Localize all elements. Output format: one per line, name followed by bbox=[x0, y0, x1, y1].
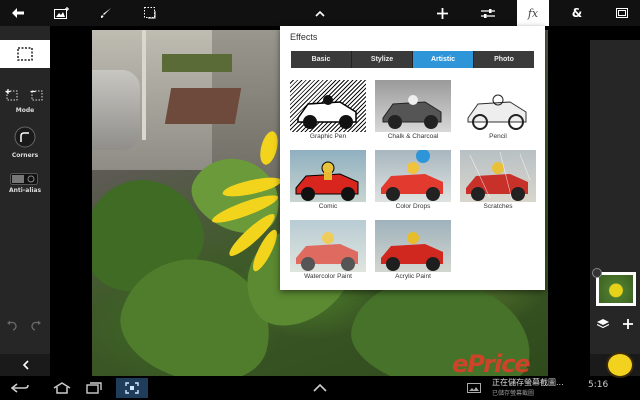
tab-stylize[interactable]: Stylize bbox=[352, 51, 413, 68]
add-layer-icon[interactable] bbox=[615, 312, 640, 336]
effect-pencil[interactable]: Pencil bbox=[460, 80, 536, 140]
tab-basic[interactable]: Basic bbox=[291, 51, 352, 68]
notification-image-icon[interactable] bbox=[458, 378, 490, 398]
right-layers-panel bbox=[590, 40, 640, 376]
fullscreen-icon[interactable] bbox=[606, 0, 638, 26]
clock-time: 5:16 bbox=[588, 380, 609, 390]
crop-icon[interactable] bbox=[135, 0, 167, 26]
undo-icon[interactable] bbox=[6, 316, 18, 335]
effect-thumbnail bbox=[290, 80, 366, 132]
notification-subtitle: 已儲存螢幕截圖 bbox=[492, 390, 535, 397]
effect-label: Graphic Pen bbox=[309, 133, 347, 140]
redo-icon[interactable] bbox=[30, 316, 42, 335]
effect-scratches[interactable]: Scratches bbox=[460, 150, 536, 210]
effect-thumbnail bbox=[290, 220, 366, 272]
effect-label: Color Drops bbox=[395, 203, 431, 210]
effects-title: Effects bbox=[290, 32, 318, 42]
background-railing bbox=[142, 30, 146, 140]
effect-label: Chalk & Charcoal bbox=[387, 133, 439, 140]
top-toolbar: fx & bbox=[0, 0, 640, 26]
effect-color-drops[interactable]: Color Drops bbox=[375, 150, 451, 210]
rect-select-icon[interactable] bbox=[0, 40, 50, 68]
sliders-icon[interactable] bbox=[472, 0, 504, 26]
notification-title: 正在儲存螢幕截圖... bbox=[492, 378, 564, 387]
chevron-up-icon[interactable] bbox=[304, 0, 336, 26]
mode-label: Mode bbox=[15, 107, 35, 114]
effect-label: Pencil bbox=[489, 133, 507, 140]
layer-remove-icon[interactable] bbox=[592, 268, 602, 278]
ampersand-label: & bbox=[571, 6, 583, 20]
layer-thumbnail-image bbox=[599, 275, 633, 303]
effect-comic[interactable]: Comic bbox=[290, 150, 366, 210]
left-tool-panel: Mode Corners Anti-alias bbox=[0, 26, 50, 376]
collapse-left-panel-button[interactable] bbox=[0, 354, 50, 376]
background-planter bbox=[162, 54, 232, 72]
brush-icon[interactable] bbox=[90, 0, 122, 26]
layers-icon[interactable] bbox=[590, 312, 615, 336]
tab-artistic[interactable]: Artistic bbox=[413, 51, 474, 68]
effect-thumbnail bbox=[375, 220, 451, 272]
plus-icon[interactable] bbox=[426, 0, 458, 26]
corners-label: Corners bbox=[11, 152, 39, 159]
layer-thumbnail[interactable] bbox=[596, 272, 636, 306]
effect-label: Scratches bbox=[483, 203, 513, 210]
effect-label: Watercolor Paint bbox=[304, 273, 352, 280]
background-mat bbox=[164, 88, 242, 124]
effect-chalk-charcoal[interactable]: Chalk & Charcoal bbox=[375, 80, 451, 140]
effect-watercolor-paint[interactable]: Watercolor Paint bbox=[290, 220, 366, 280]
effect-graphic-pen[interactable]: Graphic Pen bbox=[290, 80, 366, 140]
eprice-watermark: ePrice bbox=[452, 350, 531, 378]
add-image-icon[interactable] bbox=[46, 0, 78, 26]
effect-thumbnail bbox=[375, 150, 451, 202]
nav-home-icon[interactable] bbox=[46, 378, 78, 398]
effect-label: Comic bbox=[318, 203, 338, 210]
effects-tab-bar: Basic Stylize Artistic Photo bbox=[291, 51, 534, 68]
background-car bbox=[92, 70, 140, 150]
nav-chevron-up-icon[interactable] bbox=[304, 378, 336, 398]
nav-recent-apps-icon[interactable] bbox=[78, 378, 110, 398]
effect-thumbnail bbox=[460, 150, 536, 202]
ampersand-icon[interactable]: & bbox=[561, 0, 593, 26]
effect-thumbnail bbox=[375, 80, 451, 132]
nav-screenshot-icon[interactable] bbox=[116, 378, 148, 398]
fx-label: fx bbox=[527, 6, 539, 20]
smiley-mascot-icon bbox=[606, 352, 634, 378]
corners-icon[interactable] bbox=[14, 126, 36, 152]
effect-thumbnail bbox=[460, 80, 536, 132]
subtract-selection-icon[interactable] bbox=[30, 86, 44, 105]
add-selection-icon[interactable] bbox=[5, 86, 19, 105]
antialias-label: Anti-alias bbox=[8, 187, 42, 194]
nav-back-icon[interactable] bbox=[4, 378, 36, 398]
effect-thumbnail bbox=[290, 150, 366, 202]
effects-popup: Effects Basic Stylize Artistic Photo Gra… bbox=[280, 26, 545, 290]
fx-icon[interactable]: fx bbox=[517, 0, 549, 26]
back-arrow-icon[interactable] bbox=[2, 0, 34, 26]
effect-label: Acrylic Paint bbox=[395, 273, 431, 280]
tab-photo[interactable]: Photo bbox=[474, 51, 534, 68]
effect-acrylic-paint[interactable]: Acrylic Paint bbox=[375, 220, 451, 280]
